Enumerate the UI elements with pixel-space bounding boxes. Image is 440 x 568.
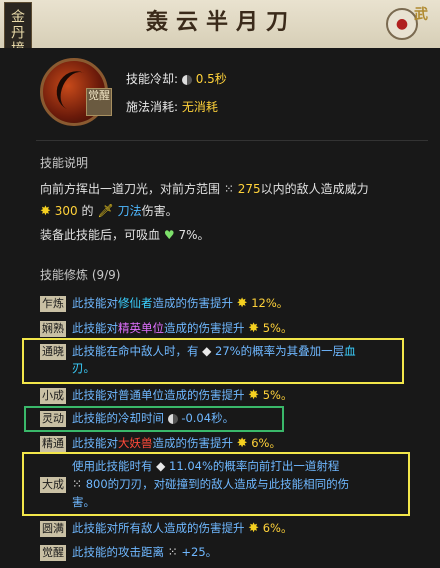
row-text: 此技能的冷却时间 (72, 411, 164, 425)
row-value: 12%。 (251, 296, 289, 310)
row-value: 27%的概率为其叠加一层 (215, 344, 345, 358)
training-title: 技能修炼 (9/9) (40, 268, 121, 282)
row-text: 造成的伤害提升 (152, 296, 234, 310)
desc-line-2: ✸ 300 的 🗡 刀法伤害。 (40, 202, 420, 221)
training-tag: 小成 (40, 387, 66, 404)
row-value: 5%。 (262, 388, 293, 402)
row-text: 此技能的攻击距离 (72, 545, 164, 559)
training-row: 圆满 此技能对所有敌人造成的伤害提升 ✸ 6%。 (40, 518, 430, 538)
training-tag: 娴熟 (40, 320, 66, 337)
sun-icon: ✸ (248, 388, 260, 403)
training-row: 觉醒 此技能的攻击距离 ⁙ +25。 (40, 542, 430, 562)
training-row: 乍炼 此技能对修仙者造成的伤害提升 ✸ 12%。 (40, 293, 430, 313)
row-highlight: 修仙者 (118, 296, 153, 310)
gem-icon: ◆ (156, 459, 166, 473)
training-row: 小成 此技能对普通单位造成的伤害提升 ✸ 5%。 (40, 385, 430, 405)
training-tag: 精通 (40, 435, 66, 452)
leech-icon: ♥ (163, 228, 175, 242)
row-value: 6%。 (262, 521, 293, 535)
awaken-badge: 觉醒 (86, 88, 112, 116)
row-value: 5%。 (262, 321, 293, 335)
range-icon: ⁙ (167, 545, 178, 559)
row-text: 此技能对 (72, 296, 118, 310)
row-text: 800的刀刃，对碰撞到的敌人造成与此技能相同的伤 (85, 477, 350, 491)
training-tag: 通晓 (40, 343, 66, 360)
leech-value: 7%。 (178, 228, 210, 242)
desc-line-3: 装备此技能后，可吸血 ♥ 7%。 (40, 226, 420, 244)
desc-text: 伤害。 (141, 204, 178, 218)
row-text: 刃。 (72, 361, 95, 375)
divider (36, 140, 428, 141)
training-tag: 乍炼 (40, 295, 66, 312)
sun-icon: ✸ (236, 436, 248, 451)
sun-icon: ✸ (248, 521, 260, 536)
row-highlight: 精英单位 (118, 321, 164, 335)
training-row: 灵动 此技能的冷却时间 -0.04秒。 (40, 408, 430, 428)
moon-icon (181, 74, 192, 85)
row-text: 造成的伤害提升 (152, 436, 234, 450)
desc-text: 向前方挥出一道刀光，对前方范围 (40, 182, 221, 196)
dao-label: 刀法 (117, 204, 142, 218)
desc-text: 以内的敌人造成威力 (260, 182, 369, 196)
row-text: 此技能对 (72, 436, 118, 450)
cost-row: 施法消耗: 无消耗 (126, 98, 218, 115)
moon-icon (167, 413, 178, 424)
training-row: 精通 此技能对大妖兽造成的伤害提升 ✸ 6%。 (40, 433, 430, 453)
row-text: 此技能对普通单位造成的伤害提升 (72, 388, 245, 402)
cost-label: 施法消耗: (126, 100, 179, 114)
row-value: 6%。 (251, 436, 281, 450)
range-icon: ⁙ (72, 477, 83, 491)
row-value: +25。 (181, 545, 218, 559)
desc-title: 技能说明 (40, 156, 89, 170)
row-text: 造成的伤害提升 (164, 321, 245, 335)
desc-text: 装备此技能后，可吸血 (40, 228, 161, 242)
desc-power: 300 (54, 204, 78, 218)
row-highlight: 血 (344, 344, 356, 358)
range-icon: ⁙ (223, 182, 234, 196)
training-row-cont: 刃。 (72, 358, 440, 378)
training-row-cont: 大成 ⁙ 800的刀刃，对碰撞到的敌人造成与此技能相同的伤 (40, 474, 430, 494)
training-tag: 灵动 (40, 410, 66, 427)
sun-icon: ✸ (236, 296, 248, 311)
cost-value: 无消耗 (181, 100, 218, 114)
gem-icon: ◆ (202, 344, 212, 358)
cooldown-value: 0.5秒 (195, 72, 227, 86)
corner-label: 武 (414, 7, 428, 23)
row-value: -0.04秒。 (181, 411, 235, 425)
row-text: 害。 (72, 495, 95, 509)
cooldown-row: 技能冷却: 0.5秒 (126, 70, 227, 87)
sun-icon: ✸ (248, 321, 260, 336)
training-row: 使用此技能时有 ◆ 11.04%的概率向前打出一道射程 (40, 456, 430, 476)
row-text: 此技能在命中敌人时，有 (72, 344, 199, 358)
row-value: 11.04%的概率向前打出一道射程 (169, 459, 340, 473)
desc-text: 的 (81, 204, 94, 218)
dao-icon: 🗡 (97, 204, 114, 219)
training-row: 娴熟 此技能对精英单位造成的伤害提升 ✸ 5%。 (40, 318, 430, 338)
desc-line-1: 向前方挥出一道刀光，对前方范围 ⁙ 275以内的敌人造成威力 (40, 180, 420, 198)
row-highlight: 大妖兽 (118, 436, 153, 450)
desc-range: 275 (237, 182, 261, 196)
training-row-cont: 害。 (72, 492, 440, 512)
row-text: 此技能对 (72, 321, 118, 335)
training-tag: 觉醒 (40, 544, 66, 561)
training-tag: 大成 (40, 476, 66, 493)
row-text: 使用此技能时有 (72, 459, 153, 473)
power-icon: ✸ (40, 204, 51, 219)
skill-title: 轰云半月刀 (145, 9, 296, 35)
cooldown-label: 技能冷却: (126, 72, 179, 86)
row-text: 此技能对所有敌人造成的伤害提升 (72, 521, 245, 535)
training-tag: 圆满 (40, 520, 66, 537)
